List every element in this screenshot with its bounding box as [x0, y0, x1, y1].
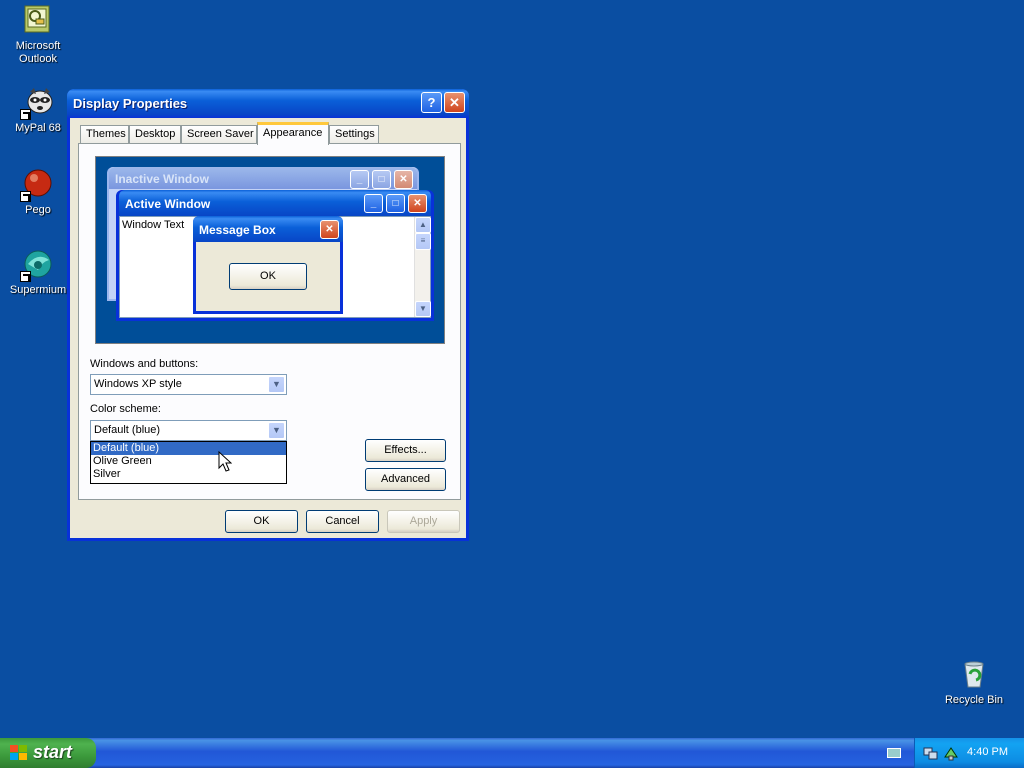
shortcut-arrow-icon [20, 191, 31, 202]
desktop-icon-mypal[interactable]: MyPal 68 [0, 86, 76, 135]
desktop-icon-label: Recycle Bin [944, 694, 1004, 706]
windows-buttons-value: Windows XP style [94, 378, 182, 390]
desktop-icon-pego[interactable]: Pego [0, 168, 76, 217]
preview-message-box: Message Box ✕ OK [193, 216, 343, 314]
preview-window-text: Window Text [122, 219, 185, 231]
keyboard-icon[interactable] [887, 748, 901, 758]
color-scheme-label: Color scheme: [90, 403, 161, 415]
windows-buttons-select[interactable]: Windows XP style ▼ [90, 374, 287, 395]
network-icon[interactable] [923, 745, 939, 761]
title-bar[interactable]: Display Properties ? ✕ [67, 89, 469, 118]
shortcut-arrow-icon [20, 109, 31, 120]
tab-settings[interactable]: Settings [329, 125, 379, 144]
scroll-thumb: ≡ [415, 233, 431, 250]
color-scheme-dropdown-list[interactable]: Default (blue) Olive Green Silver [90, 441, 287, 484]
preview-active-title: Active Window [119, 190, 431, 216]
color-scheme-option[interactable]: Silver [91, 468, 286, 481]
appearance-preview: Inactive Window _ □ ✕ Active Window _ □ … [95, 156, 445, 344]
desktop-icon-label: Microsoft Outlook [15, 40, 61, 65]
minimize-icon: _ [350, 170, 369, 189]
desktop-icon-label: Supermium [9, 284, 67, 296]
close-button[interactable]: ✕ [444, 92, 465, 113]
help-button[interactable]: ? [421, 92, 442, 113]
color-scheme-select[interactable]: Default (blue) ▼ [90, 420, 287, 441]
preview-scrollbar: ▲ ≡ ▼ [414, 217, 431, 317]
apply-button[interactable]: Apply [387, 510, 460, 533]
minimize-icon: _ [364, 194, 383, 213]
windows-logo-icon [10, 745, 28, 761]
close-icon: ✕ [394, 170, 413, 189]
close-icon: ✕ [408, 194, 427, 213]
chevron-down-icon[interactable]: ▼ [268, 376, 285, 393]
safely-remove-icon[interactable] [943, 745, 959, 761]
preview-inactive-title: Inactive Window [109, 167, 417, 189]
tab-appearance[interactable]: Appearance [257, 122, 329, 145]
system-tray: 4:40 PM [914, 738, 1024, 768]
ok-button[interactable]: OK [225, 510, 298, 533]
desktop-icon-outlook[interactable]: Microsoft Outlook [0, 4, 76, 66]
desktop-icon-supermium[interactable]: Supermium [0, 248, 76, 297]
start-label: start [33, 742, 73, 762]
close-icon: ✕ [320, 220, 339, 239]
cancel-button[interactable]: Cancel [306, 510, 379, 533]
advanced-button[interactable]: Advanced [365, 468, 446, 491]
mouse-cursor-icon [218, 451, 232, 472]
pego-icon [20, 168, 54, 202]
scroll-up-icon: ▲ [415, 217, 431, 233]
desktop-icon-recycle-bin[interactable]: Recycle Bin [936, 658, 1012, 707]
preview-ok-button: OK [229, 263, 307, 290]
desktop-icon-label: MyPal 68 [15, 122, 61, 134]
maximize-icon: □ [386, 194, 405, 213]
taskbar: start 4:40 PM [0, 738, 1024, 768]
scroll-down-icon: ▼ [415, 301, 431, 317]
supermium-icon [20, 248, 54, 282]
effects-button[interactable]: Effects... [365, 439, 446, 462]
chevron-down-icon[interactable]: ▼ [268, 422, 285, 439]
recycle-bin-icon [958, 658, 990, 690]
outlook-icon [22, 4, 54, 36]
color-scheme-option[interactable]: Olive Green [91, 455, 286, 468]
desktop-icon-label: Pego [25, 204, 51, 216]
tab-themes[interactable]: Themes [80, 125, 129, 144]
window-title: Display Properties [73, 96, 188, 111]
clock[interactable]: 4:40 PM [967, 746, 1008, 758]
tab-screen-saver[interactable]: Screen Saver [181, 125, 257, 144]
raccoon-icon [20, 86, 54, 120]
start-button[interactable]: start [0, 738, 96, 768]
maximize-icon: □ [372, 170, 391, 189]
tab-desktop[interactable]: Desktop [129, 125, 181, 144]
shortcut-arrow-icon [20, 271, 31, 282]
color-scheme-option[interactable]: Default (blue) [91, 442, 286, 455]
windows-buttons-label: Windows and buttons: [90, 358, 199, 370]
color-scheme-value: Default (blue) [94, 424, 161, 436]
